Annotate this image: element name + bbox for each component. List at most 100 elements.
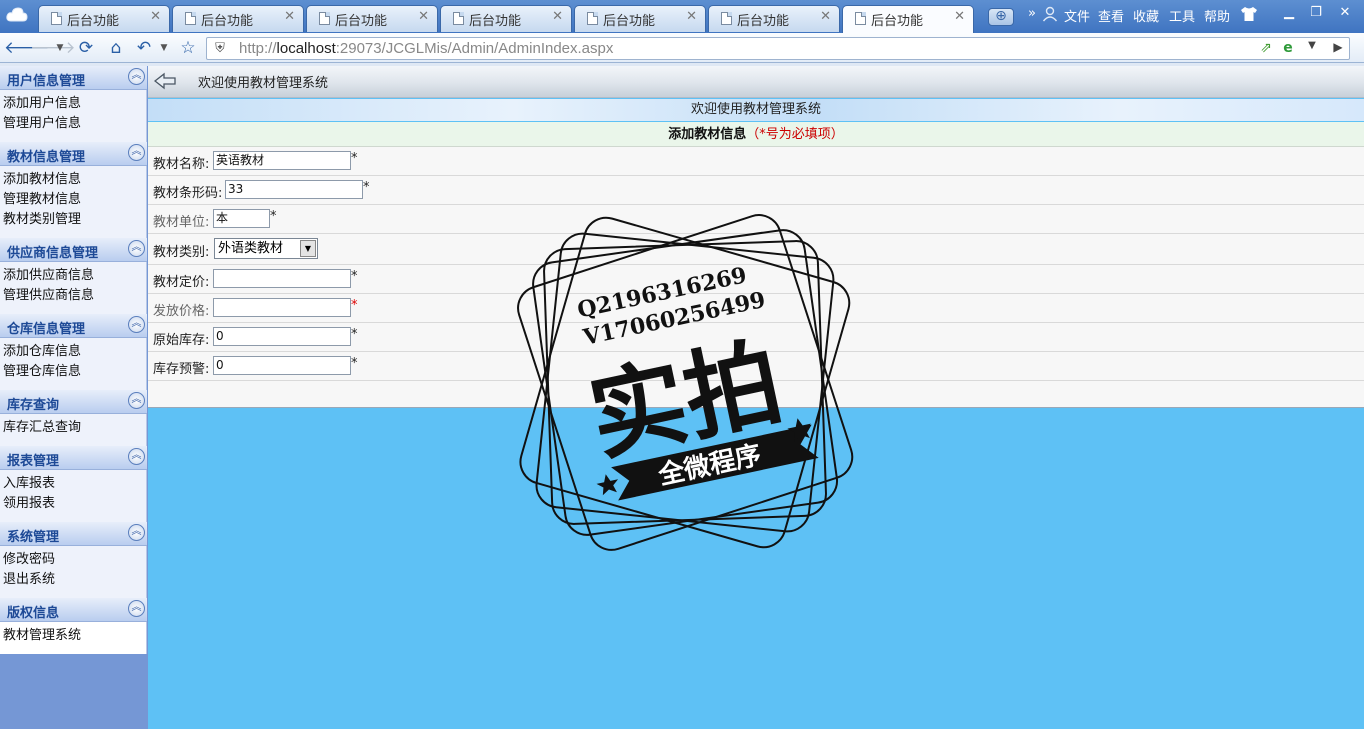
sidebar-item-manage-warehouse[interactable]: 管理仓库信息 [0,362,146,382]
field-row-name: 教材名称: 英语教材 * [148,147,1364,176]
close-window-button[interactable]: ✕ [1333,4,1357,22]
menu-file[interactable]: 文件 [1064,6,1090,25]
close-tab-icon[interactable]: ✕ [686,9,697,24]
browser-tab[interactable]: 后台功能 ✕ [440,5,572,32]
ie-compat-icon[interactable]: e [1279,40,1297,56]
undo-dropdown-icon[interactable]: ▼ [158,37,170,59]
go-arrow-icon[interactable]: ▶ [1329,40,1347,54]
close-tab-icon[interactable]: ✕ [284,9,295,24]
back-arrow-icon[interactable] [154,72,176,90]
collapse-chevron-icon[interactable]: ︽ [128,144,145,161]
close-tab-icon[interactable]: ✕ [150,9,161,24]
history-dropdown-icon[interactable]: ▼ [54,37,66,59]
document-icon [587,12,598,25]
sidebar-group-system: 系统管理 ︽ 修改密码 退出系统 [0,522,147,598]
sidebar-group-reports: 报表管理 ︽ 入库报表 领用报表 [0,446,147,522]
sidebar-item-add-warehouse[interactable]: 添加仓库信息 [0,342,146,362]
sidebar-group-warehouse: 仓库信息管理 ︽ 添加仓库信息 管理仓库信息 [0,314,147,390]
url-dropdown-icon[interactable]: ▼ [1303,40,1321,51]
collapse-chevron-icon[interactable]: ︽ [128,240,145,257]
sidebar-item-logout[interactable]: 退出系统 [0,570,146,590]
sidebar-item-add-user[interactable]: 添加用户信息 [0,94,146,114]
sidebar-item-manage-user[interactable]: 管理用户信息 [0,114,146,134]
sidebar-group-header[interactable]: 仓库信息管理 ︽ [0,314,147,338]
issue-price-input[interactable] [213,298,351,317]
menu-view[interactable]: 查看 [1098,6,1124,25]
initial-stock-input[interactable]: 0 [213,327,351,346]
welcome-header: 欢迎使用教材管理系统 [198,76,329,91]
sidebar-group-header[interactable]: 报表管理 ︽ [0,446,147,470]
browser-tab[interactable]: 后台功能 ✕ [38,5,170,32]
sidebar-item-inbound-report[interactable]: 入库报表 [0,474,146,494]
restore-button[interactable]: ❐ [1304,4,1328,22]
collapse-chevron-icon[interactable]: ︽ [128,316,145,333]
textbook-name-input[interactable]: 英语教材 [213,151,351,170]
sidebar-item-add-supplier[interactable]: 添加供应商信息 [0,266,146,286]
collapse-chevron-icon[interactable]: ︽ [128,68,145,85]
category-select[interactable]: 外语类教材 ▼ [214,238,318,259]
navigation-bar: 🡐 🡒 ▼ ⟳ ⌂ ↶ ▼ ☆ ⛨ http://localhost:29073… [0,33,1364,63]
collapse-chevron-icon[interactable]: ︽ [128,392,145,409]
sidebar-group-header[interactable]: 版权信息 ︽ [0,598,147,622]
close-tab-icon[interactable]: ✕ [552,9,563,24]
sidebar-group-header[interactable]: 库存查询 ︽ [0,390,147,414]
barcode-input[interactable]: 33 [225,180,363,199]
favorite-star-icon[interactable]: ☆ [178,37,198,59]
collapse-chevron-icon[interactable]: ︽ [128,524,145,541]
sidebar-group-header[interactable]: 系统管理 ︽ [0,522,147,546]
minimize-button[interactable]: ▁ [1277,4,1301,22]
browser-tab[interactable]: 后台功能 ✕ [306,5,438,32]
shield-icon: ⛨ [215,41,225,56]
user-icon[interactable] [1042,6,1058,26]
url-text[interactable]: http://localhost:29073/JCGLMis/Admin/Adm… [239,40,613,57]
browser-tab[interactable]: 后台功能 ✕ [708,5,840,32]
sidebar-item-manage-textbook[interactable]: 管理教材信息 [0,190,146,210]
refresh-icon[interactable]: ⟳ [76,37,96,59]
sidebar-group-header[interactable]: 用户信息管理 ︽ [0,66,147,90]
stock-warning-input[interactable]: 0 [213,356,351,375]
document-icon [453,12,464,25]
forward-arrow-icon[interactable]: 🡒 [30,37,76,59]
back-arrow-icon[interactable]: 🡐 [4,37,50,59]
price-input[interactable] [213,269,351,288]
address-bar[interactable]: ⛨ http://localhost:29073/JCGLMis/Admin/A… [206,37,1350,60]
menu-tools[interactable]: 工具 [1169,6,1195,25]
sidebar-item-inventory-summary[interactable]: 库存汇总查询 [0,418,146,438]
new-tab-button[interactable]: ⊕ [988,8,1014,26]
form-title: 添加教材信息（*号为必填项） [148,122,1364,147]
sidebar-item-add-textbook[interactable]: 添加教材信息 [0,170,146,190]
sidebar-item-usage-report[interactable]: 领用报表 [0,494,146,514]
browser-tab[interactable]: 后台功能 ✕ [172,5,304,32]
chevron-down-icon[interactable]: ▼ [300,240,316,257]
cloud-icon[interactable] [6,6,28,24]
add-textbook-form: 添加教材信息（*号为必填项） 教材名称: 英语教材 * 教材条形码: 33 * … [148,122,1364,408]
menu-help[interactable]: 帮助 [1204,6,1230,25]
document-icon [185,12,196,25]
sidebar-item-copyright-text: 教材管理系统 [3,628,82,643]
collapse-chevron-icon[interactable]: ︽ [128,448,145,465]
plus-icon: ⊕ [995,8,1007,24]
browser-tab[interactable]: 后台功能 ✕ [574,5,706,32]
more-menu[interactable]: » [1028,6,1036,21]
sidebar-item-manage-supplier[interactable]: 管理供应商信息 [0,286,146,306]
sidebar-group-header[interactable]: 供应商信息管理 ︽ [0,238,147,262]
collapse-chevron-icon[interactable]: ︽ [128,600,145,617]
browser-tab-bar: 后台功能 ✕ 后台功能 ✕ 后台功能 ✕ 后台功能 ✕ 后台功能 ✕ 后台功能 … [0,0,1364,33]
sidebar-group-header[interactable]: 教材信息管理 ︽ [0,142,147,166]
sidebar-group-copyright: 版权信息 ︽ 教材管理系统 [0,598,147,654]
sidebar-item-textbook-category[interactable]: 教材类别管理 [0,210,146,230]
home-icon[interactable]: ⌂ [106,37,126,59]
skin-shirt-icon[interactable] [1240,6,1258,26]
menu-favorites[interactable]: 收藏 [1133,6,1159,25]
close-tab-icon[interactable]: ✕ [820,9,831,24]
main-content: 欢迎使用教材管理系统 欢迎使用教材管理系统 添加教材信息（*号为必填项） 教材名… [148,66,1364,729]
unit-input[interactable]: 本 [213,209,270,228]
close-tab-icon[interactable]: ✕ [954,9,965,24]
undo-icon[interactable]: ↶ [134,37,154,59]
field-row-initial-stock: 原始库存: 0 * [148,323,1364,352]
close-tab-icon[interactable]: ✕ [418,9,429,24]
share-icon[interactable]: ⇗ [1257,40,1275,56]
browser-tab-active[interactable]: 后台功能 ✕ [842,5,974,33]
document-icon [51,12,62,25]
sidebar-item-change-password[interactable]: 修改密码 [0,550,146,570]
